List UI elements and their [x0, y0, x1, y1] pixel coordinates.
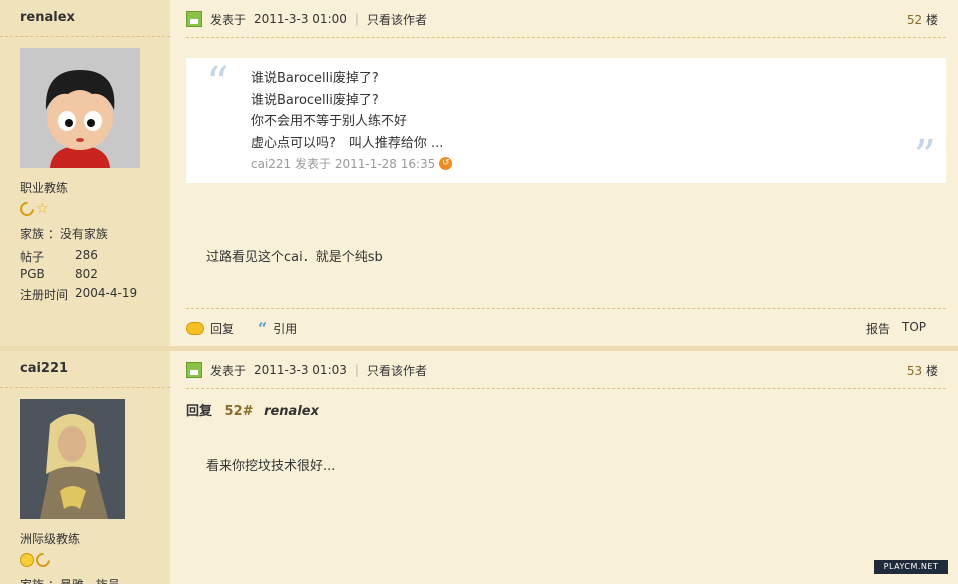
cite-button[interactable]: 引用 — [273, 320, 297, 337]
posted-time: 2011-3-3 01:03 — [254, 363, 347, 377]
post-content: 发表于 2011-3-3 01:00 | 只看该作者 52 楼 “ 谁说Baro… — [186, 0, 946, 346]
floor-number[interactable]: 53 楼 — [907, 362, 938, 379]
author-only-link[interactable]: 只看该作者 — [367, 11, 427, 28]
moon-medal-icon — [17, 199, 37, 219]
top-button[interactable]: TOP — [902, 320, 926, 337]
post-body: 看来你挖坟技术很好... — [206, 459, 336, 474]
author-name[interactable]: renalex — [20, 10, 75, 25]
reply-reference: 回复 52# renalex — [186, 404, 319, 419]
medals: ☆ — [17, 199, 50, 219]
open-quote-icon: “ — [206, 58, 229, 109]
floor-number[interactable]: 52 楼 — [907, 11, 938, 28]
user-stats: 帖子 286 PGB 802 注册时间 2004-4-19 — [20, 248, 137, 305]
divider — [186, 308, 946, 309]
close-quote-icon: ” — [913, 131, 937, 182]
post-53: cai221 洲际级教练 家族 ：暴雅…族员 发表于 2011-3-3 01:0… — [0, 351, 958, 584]
avatar[interactable] — [20, 399, 125, 519]
medals — [20, 550, 53, 570]
stat-row: 帖子 286 — [20, 248, 98, 264]
reply-floor-link[interactable]: 52# — [225, 404, 254, 419]
family-info: 家族 ：没有家族 — [20, 227, 108, 241]
post-icon — [186, 11, 202, 27]
separator: | — [354, 12, 359, 26]
warrior-avatar-image — [20, 399, 125, 519]
smile-medal-icon — [20, 553, 34, 567]
divider — [0, 387, 170, 388]
author-name[interactable]: cai221 — [20, 361, 68, 376]
user-rank-title: 洲际级教练 — [20, 532, 81, 546]
posted-time: 2011-3-3 01:00 — [254, 12, 347, 26]
posted-label: 发表于 — [210, 12, 247, 27]
go-to-source-icon[interactable]: ↺ — [439, 157, 453, 170]
post-52: renalex 职业教练 ☆ 家族 ：没有家族 帖子 286 PGB 802 注… — [0, 0, 958, 346]
divider — [0, 36, 170, 37]
quote-block: “ 谁说Barocelli废掉了? 谁说Barocelli废掉了? 你不会用不等… — [186, 58, 946, 183]
post-header: 发表于 2011-3-3 01:00 | 只看该作者 52 楼 — [186, 10, 946, 28]
reply-button[interactable]: 回复 — [210, 320, 234, 337]
reply-user: renalex — [264, 404, 319, 419]
quote-text: 谁说Barocelli废掉了? 谁说Barocelli废掉了? 你不会用不等于别… — [251, 71, 444, 151]
separator: | — [354, 363, 359, 377]
stat-row: 注册时间 2004-4-19 — [20, 286, 138, 302]
cite-icon[interactable]: “ — [258, 319, 267, 338]
star-medal-icon: ☆ — [36, 201, 49, 217]
quote-meta: cai221 发表于 2011-1-28 16:35 ↺ — [251, 155, 453, 172]
posted-label: 发表于 — [210, 363, 247, 378]
post-content: 发表于 2011-3-3 01:03 | 只看该作者 53 楼 回复 52# r… — [186, 351, 946, 584]
report-button[interactable]: 报告 — [866, 320, 890, 337]
post-actions: 回复 “ 引用 报告 TOP — [186, 319, 946, 338]
cartoon-avatar-image — [20, 48, 140, 168]
author-sidebar: cai221 洲际级教练 家族 ：暴雅…族员 — [0, 351, 170, 584]
avatar[interactable] — [20, 48, 140, 168]
site-watermark-logo: PLAYCM.NET — [874, 560, 948, 574]
post-actions-right: 报告 TOP — [866, 320, 926, 337]
moon-medal-icon — [33, 550, 53, 570]
stat-row: PGB 802 — [20, 267, 98, 281]
family-info: 家族 ：暴雅…族员 — [20, 576, 120, 584]
divider — [186, 37, 946, 38]
author-sidebar: renalex 职业教练 ☆ 家族 ：没有家族 帖子 286 PGB 802 注… — [0, 0, 170, 346]
divider — [186, 388, 946, 389]
author-only-link[interactable]: 只看该作者 — [367, 362, 427, 379]
post-header: 发表于 2011-3-3 01:03 | 只看该作者 53 楼 — [186, 361, 946, 379]
post-body: 过路看见这个cai．就是个纯sb — [206, 250, 383, 265]
reply-icon[interactable] — [186, 321, 204, 335]
post-icon — [186, 362, 202, 378]
user-rank-title: 职业教练 — [20, 181, 69, 195]
